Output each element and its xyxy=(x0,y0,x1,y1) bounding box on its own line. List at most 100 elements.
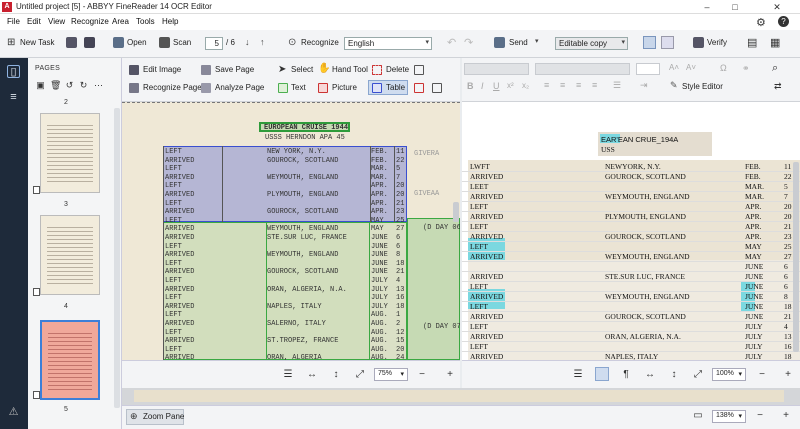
crop-icon[interactable] xyxy=(414,65,424,75)
table-cell[interactable]: LEFT xyxy=(470,302,488,311)
font-select[interactable] xyxy=(535,63,630,75)
replace-icon[interactable]: ⇄ xyxy=(774,81,782,92)
table-cell[interactable]: 18 xyxy=(784,302,792,311)
table-cell[interactable]: 23 xyxy=(784,232,792,241)
table-cell[interactable]: APR. xyxy=(745,232,761,241)
table-cell[interactable]: ARRIVED xyxy=(470,272,503,281)
table-cell[interactable]: LWFT xyxy=(470,162,490,171)
table-cell[interactable]: 27 xyxy=(784,252,792,261)
pages-panel-icon[interactable]: ▯ xyxy=(7,65,20,78)
table-cell[interactable]: GOUROCK, SCOTLAND xyxy=(605,312,686,321)
language-select[interactable]: English ▾ xyxy=(344,37,432,50)
table-cell[interactable]: LEFT xyxy=(470,322,488,331)
page-number-input[interactable]: 5 xyxy=(205,37,223,50)
list-view-icon[interactable]: ☰ xyxy=(572,369,584,380)
pages-scrollbar[interactable] xyxy=(114,108,120,408)
menu-help[interactable]: Help xyxy=(162,17,178,26)
minimize-icon[interactable]: – xyxy=(700,1,714,13)
table-cell[interactable]: 20 xyxy=(784,202,792,211)
verify-button[interactable]: Verify xyxy=(707,38,727,47)
open-button[interactable]: Open xyxy=(127,38,147,47)
table-cell[interactable]: JUNE xyxy=(745,302,763,311)
send-button[interactable]: Send xyxy=(509,38,528,47)
text-format-icon[interactable] xyxy=(595,367,609,381)
table-cell[interactable]: 11 xyxy=(784,162,791,171)
pilcrow-icon[interactable]: ¶ xyxy=(620,369,632,380)
scan-button[interactable]: Scan xyxy=(173,38,191,47)
layout-icon[interactable]: ▦ xyxy=(770,36,780,49)
editable-copy-select[interactable]: Editable copy ▾ xyxy=(555,37,628,50)
recognize-page-button[interactable]: Recognize Page xyxy=(143,83,202,92)
fit-height-icon[interactable]: ↕ xyxy=(330,369,342,380)
style-editor-button[interactable]: Style Editor xyxy=(682,82,723,91)
analyze-page-button[interactable]: Analyze Page xyxy=(215,83,264,92)
save-page-button[interactable]: Save Page xyxy=(215,65,254,74)
page-thumbnail-selected[interactable] xyxy=(40,320,100,400)
table-cell[interactable]: STE.SUR LUC, FRANCE xyxy=(605,272,685,281)
zoom-out-icon[interactable]: − xyxy=(754,410,766,421)
arrow-up-icon[interactable]: ↑ xyxy=(260,37,265,47)
table-cell[interactable]: JUNE xyxy=(745,282,763,291)
table-cell[interactable]: MAR. xyxy=(745,182,764,191)
table-cell[interactable]: PLYMOUTH, ENGLAND xyxy=(605,212,686,221)
table-cell[interactable]: 22 xyxy=(784,172,792,181)
select-button[interactable]: Select xyxy=(291,65,313,74)
recognize-button[interactable]: Recognize xyxy=(301,38,339,47)
text-area-right[interactable] xyxy=(407,218,460,360)
superscript-icon[interactable]: x² xyxy=(507,81,514,90)
table-cell[interactable]: LEFT xyxy=(470,342,488,351)
zoom-out-icon[interactable]: − xyxy=(416,369,428,380)
table-cell[interactable]: ORAN, ALGERIA, N.A. xyxy=(605,332,681,341)
arrow-down-icon[interactable]: ↓ xyxy=(245,37,250,47)
maximize-icon[interactable]: □ xyxy=(728,1,742,13)
help-icon[interactable]: ? xyxy=(778,16,789,27)
align-right-icon[interactable]: ≡ xyxy=(576,80,581,90)
hand-tool-button[interactable]: Hand Tool xyxy=(332,65,368,74)
menu-view[interactable]: View xyxy=(48,17,65,26)
search-icon[interactable]: ⌕ xyxy=(772,62,778,75)
table-cell[interactable]: ARRIVED xyxy=(470,252,503,261)
zoom-out-icon[interactable]: − xyxy=(756,369,768,380)
table-cell[interactable]: 20 xyxy=(784,212,792,221)
table-cell[interactable]: 8 xyxy=(784,292,788,301)
text-zoom-select[interactable]: 100% ▾ xyxy=(712,368,746,381)
table-cell[interactable]: ARRIVED xyxy=(470,332,503,341)
page-thumbnail[interactable] xyxy=(40,215,100,295)
table-cell[interactable]: MAR. xyxy=(745,192,764,201)
list-icon[interactable]: ≡ xyxy=(7,91,20,104)
table-cell[interactable]: LEFT xyxy=(470,222,488,231)
fit-screen-icon[interactable]: ▭ xyxy=(692,410,704,421)
text-scrollbar[interactable] xyxy=(793,162,799,352)
table-cell[interactable]: ARRIVED xyxy=(470,192,503,201)
rotate-left-icon[interactable]: ↺ xyxy=(65,80,74,90)
table-cell[interactable]: JUNE xyxy=(745,262,763,271)
table-cell[interactable]: JUNE xyxy=(745,272,763,281)
text-area-button[interactable]: Text xyxy=(291,83,306,92)
warning-icon[interactable]: ⚠ xyxy=(7,406,20,419)
table-cell[interactable]: JUNE xyxy=(745,312,763,321)
table-cell[interactable]: 25 xyxy=(784,242,792,251)
table-cell[interactable]: 7 xyxy=(784,192,788,201)
table-cell[interactable]: 21 xyxy=(784,312,792,321)
table-cell[interactable]: LEFT xyxy=(470,242,488,251)
table-cell[interactable]: LEFT xyxy=(470,202,488,211)
zoom-in-icon[interactable]: + xyxy=(780,410,792,421)
table-cell[interactable]: 21 xyxy=(784,222,792,231)
table-cell[interactable]: 5 xyxy=(784,182,788,191)
fit-area-icon[interactable] xyxy=(432,83,442,93)
menu-edit[interactable]: Edit xyxy=(27,17,41,26)
table-cell[interactable]: FEB. xyxy=(745,162,761,171)
fit-height-icon[interactable]: ↕ xyxy=(668,369,680,380)
menu-area[interactable]: Area xyxy=(112,17,129,26)
table-area-button[interactable]: Table xyxy=(386,83,405,92)
table-cell[interactable]: ARRIVED xyxy=(470,292,503,301)
menu-file[interactable]: File xyxy=(7,17,20,26)
table-cell[interactable]: ARRIVED xyxy=(470,312,503,321)
table-cell[interactable]: LEET xyxy=(470,182,488,191)
fit-width-icon[interactable]: ↔ xyxy=(306,369,318,380)
undo-icon[interactable]: ↶ xyxy=(447,36,456,49)
table-cell[interactable]: APR. xyxy=(745,212,761,221)
table-cell[interactable]: JULY xyxy=(745,342,763,351)
table-cell[interactable]: MAY xyxy=(745,252,762,261)
table-cell[interactable]: ARRIVED xyxy=(470,352,503,360)
